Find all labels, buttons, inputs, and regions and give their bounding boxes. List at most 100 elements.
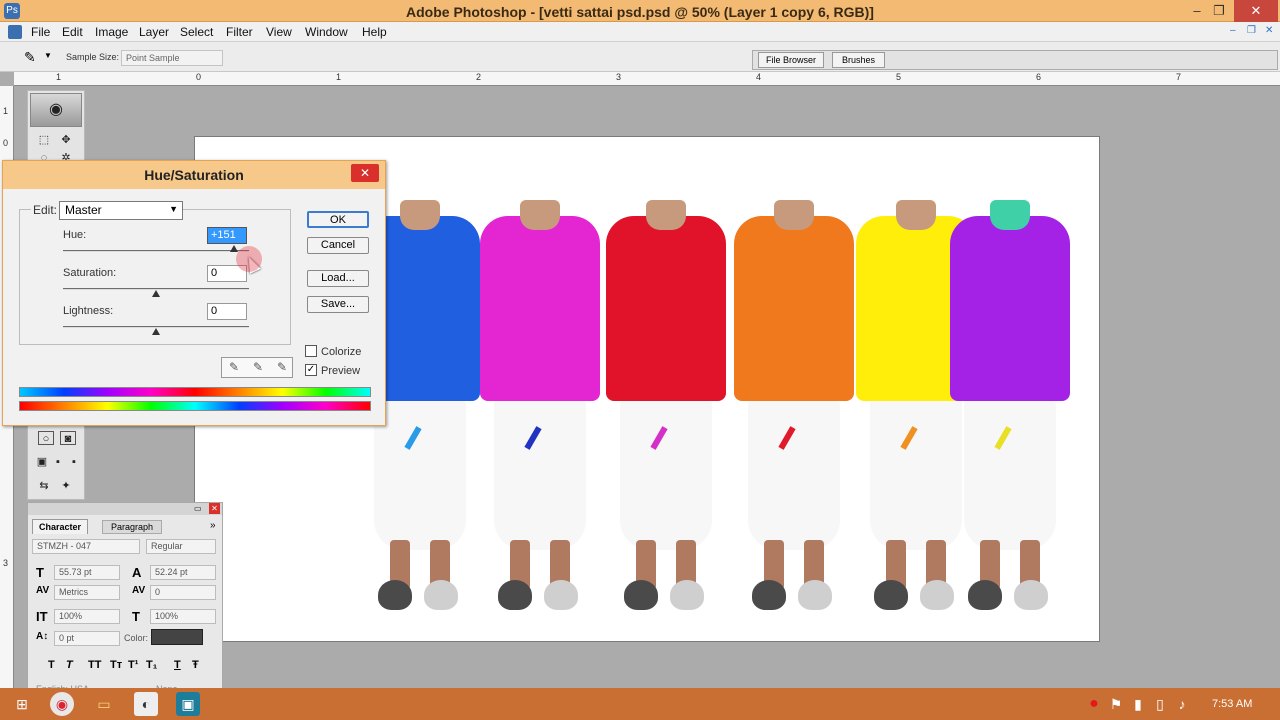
kerning-select[interactable]: Metrics bbox=[54, 585, 120, 600]
horizontal-scale-icon: T bbox=[132, 609, 140, 624]
windows-start-icon[interactable]: ⊞ bbox=[10, 692, 34, 716]
eyedropper-add-icon[interactable]: ✎ bbox=[253, 360, 263, 374]
menu-window[interactable]: Window bbox=[305, 25, 348, 39]
font-style-select[interactable]: Regular bbox=[146, 539, 216, 554]
panel-close-icon[interactable]: ✕ bbox=[209, 503, 220, 514]
tab-file-browser[interactable]: File Browser bbox=[758, 52, 825, 68]
load-button[interactable]: Load... bbox=[307, 270, 369, 287]
tool-preset-chevron-icon[interactable]: ▼ bbox=[44, 51, 52, 60]
lightness-field[interactable]: 0 bbox=[207, 303, 247, 320]
lightness-slider-knob[interactable] bbox=[152, 328, 160, 335]
save-button[interactable]: Save... bbox=[307, 296, 369, 313]
menu-layer[interactable]: Layer bbox=[139, 25, 169, 39]
faux-bold-button[interactable]: T bbox=[48, 659, 55, 671]
click-highlight-icon bbox=[236, 246, 262, 272]
ok-button[interactable]: OK bbox=[307, 211, 369, 228]
screen-mode-standard-icon[interactable]: ▣ bbox=[34, 455, 50, 469]
hue-field[interactable]: +151 bbox=[207, 227, 247, 244]
tab-paragraph[interactable]: Paragraph bbox=[102, 520, 163, 534]
dhoti bbox=[620, 400, 712, 550]
menu-image[interactable]: Image bbox=[95, 25, 128, 39]
menu-select[interactable]: Select bbox=[180, 25, 213, 39]
sandal bbox=[498, 580, 532, 610]
preview-checkbox[interactable]: ✓ bbox=[305, 364, 317, 376]
battery-icon[interactable]: ▯ bbox=[1148, 692, 1172, 716]
media-app-icon[interactable]: ▣ bbox=[176, 692, 200, 716]
flag-icon[interactable]: ⚑ bbox=[1104, 692, 1128, 716]
screen-mode-full-icon[interactable]: ▪ bbox=[66, 455, 82, 469]
restore-button[interactable]: ❐ bbox=[1204, 0, 1234, 22]
doc-close-button[interactable]: ✕ bbox=[1265, 25, 1273, 36]
underline-button[interactable]: T bbox=[174, 659, 181, 671]
doc-restore-button[interactable]: ❐ bbox=[1247, 25, 1256, 36]
marquee-tool-icon[interactable]: ⬚ bbox=[36, 133, 52, 147]
baseline-shift-field[interactable]: 0 pt bbox=[54, 631, 120, 646]
shirt bbox=[734, 216, 854, 401]
chrome-icon[interactable]: ◉ bbox=[50, 692, 74, 716]
move-tool-icon[interactable]: ✥ bbox=[58, 133, 74, 147]
volume-icon[interactable]: ♪ bbox=[1170, 692, 1194, 716]
leading-icon: A bbox=[132, 565, 142, 580]
ruler-number: 5 bbox=[896, 72, 902, 82]
screen-mode-full-menu-icon[interactable]: ▪ bbox=[50, 455, 66, 469]
imageready-icon[interactable]: ✦ bbox=[58, 479, 74, 493]
network-icon[interactable]: ▮ bbox=[1126, 692, 1150, 716]
strikethrough-button[interactable]: Ŧ bbox=[192, 659, 199, 671]
photoshop-taskbar-icon[interactable]: ◐ bbox=[134, 692, 158, 716]
sandal bbox=[544, 580, 578, 610]
shirt bbox=[606, 216, 726, 401]
menu-edit[interactable]: Edit bbox=[62, 25, 83, 39]
doc-minimize-button[interactable]: – bbox=[1230, 25, 1236, 36]
panel-menu-icon[interactable]: » bbox=[210, 520, 216, 531]
eyedropper-subtract-icon[interactable]: ✎ bbox=[277, 360, 287, 374]
toolbox-header-logo: ◉ bbox=[30, 93, 82, 127]
menu-filter[interactable]: Filter bbox=[226, 25, 253, 39]
sandal bbox=[424, 580, 458, 610]
tab-character[interactable]: Character bbox=[32, 519, 89, 534]
font-size-field[interactable]: 55.73 pt bbox=[54, 565, 120, 580]
faux-italic-button[interactable]: T bbox=[66, 659, 73, 671]
document-icon bbox=[8, 25, 22, 39]
edit-select[interactable]: Master ▼ bbox=[59, 201, 183, 220]
record-icon[interactable]: ● bbox=[1082, 692, 1106, 716]
menu-view[interactable]: View bbox=[266, 25, 292, 39]
colorize-checkbox[interactable] bbox=[305, 345, 317, 357]
baseline-shift-icon: A↕ bbox=[36, 631, 49, 642]
jump-to-imageready-icon[interactable]: ⇆ bbox=[36, 479, 52, 493]
menu-file[interactable]: File bbox=[31, 25, 50, 39]
dialog-close-button[interactable]: ✕ bbox=[351, 164, 379, 182]
panel-header bbox=[28, 503, 222, 515]
sample-size-select[interactable]: Point Sample bbox=[121, 50, 223, 66]
cancel-button[interactable]: Cancel bbox=[307, 237, 369, 254]
all-caps-button[interactable]: TT bbox=[88, 659, 101, 671]
eyedropper-icon[interactable]: ✎ bbox=[24, 49, 36, 66]
quick-mask-icon[interactable]: ◙ bbox=[60, 431, 76, 445]
hue-slider-knob[interactable] bbox=[230, 245, 239, 252]
font-family-select[interactable]: STMZH - 047 bbox=[32, 539, 140, 554]
clock[interactable]: 7:53 AM bbox=[1212, 698, 1252, 710]
vertical-scale-field[interactable]: 100% bbox=[54, 609, 120, 624]
saturation-slider-knob[interactable] bbox=[152, 290, 160, 297]
eyedropper-icon[interactable]: ✎ bbox=[229, 360, 239, 374]
text-color-swatch[interactable] bbox=[151, 629, 203, 645]
subscript-button[interactable]: T₁ bbox=[146, 659, 157, 671]
sandal bbox=[874, 580, 908, 610]
figure-person bbox=[734, 200, 854, 620]
close-window-button[interactable]: ✕ bbox=[1234, 0, 1278, 22]
small-caps-button[interactable]: Tт bbox=[110, 659, 122, 671]
panel-minimize-icon[interactable]: ▭ bbox=[194, 504, 202, 513]
hue-slider-track[interactable] bbox=[63, 250, 249, 252]
file-explorer-icon[interactable]: ▭ bbox=[92, 692, 116, 716]
menu-help[interactable]: Help bbox=[362, 25, 387, 39]
leading-field[interactable]: 52.24 pt bbox=[150, 565, 216, 580]
shirt bbox=[480, 216, 600, 401]
superscript-button[interactable]: T¹ bbox=[128, 659, 138, 671]
chevron-down-icon: ▼ bbox=[169, 204, 178, 214]
sandal bbox=[752, 580, 786, 610]
tracking-field[interactable]: 0 bbox=[150, 585, 216, 600]
tab-brushes[interactable]: Brushes bbox=[832, 52, 886, 68]
tracking-icon: AV bbox=[132, 585, 146, 596]
ruler-number: 1 bbox=[56, 72, 62, 82]
standard-mode-icon[interactable]: ○ bbox=[38, 431, 54, 445]
horizontal-scale-field[interactable]: 100% bbox=[150, 609, 216, 624]
